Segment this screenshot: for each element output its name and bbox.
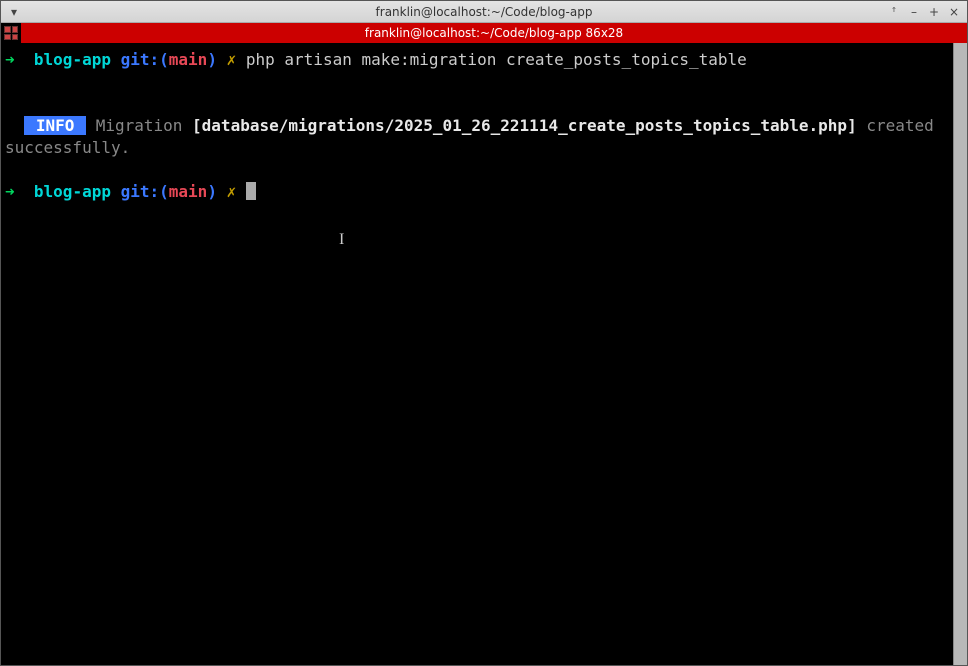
tab-split-icon[interactable] [1, 23, 21, 43]
terminal-wrap: ➜ blog-app git:(main) ✗ php artisan make… [1, 43, 967, 665]
dirty-indicator: ✗ [227, 182, 237, 201]
git-label: git:( [121, 182, 169, 201]
scrollbar[interactable] [953, 43, 967, 665]
git-branch: main [169, 182, 208, 201]
info-badge: INFO [24, 116, 86, 135]
text-caret-icon: I [339, 229, 344, 251]
menu-button[interactable]: ▾ [5, 4, 23, 20]
git-branch: main [169, 50, 208, 69]
minimize-button[interactable]: – [905, 4, 923, 20]
window-title: franklin@localhost:~/Code/blog-app [376, 5, 593, 19]
terminal-cursor [246, 182, 256, 200]
prompt-folder: blog-app [34, 50, 111, 69]
prompt-folder: blog-app [34, 182, 111, 201]
git-close: ) [207, 182, 217, 201]
app-window: ▾ franklin@localhost:~/Code/blog-app ꜛ –… [0, 0, 968, 666]
prompt-arrow: ➜ [5, 182, 15, 201]
tab-bar: franklin@localhost:~/Code/blog-app 86x28 [1, 23, 967, 43]
up-button[interactable]: ꜛ [885, 4, 903, 20]
maximize-button[interactable]: + [925, 4, 943, 20]
dirty-indicator: ✗ [227, 50, 237, 69]
titlebar[interactable]: ▾ franklin@localhost:~/Code/blog-app ꜛ –… [1, 1, 967, 23]
titlebar-left: ▾ [5, 4, 23, 20]
git-close: ) [207, 50, 217, 69]
git-label: git:( [121, 50, 169, 69]
tab-title[interactable]: franklin@localhost:~/Code/blog-app 86x28 [21, 23, 967, 43]
migration-path: [database/migrations/2025_01_26_221114_c… [192, 116, 857, 135]
close-button[interactable]: × [945, 4, 963, 20]
migration-label: Migration [86, 116, 192, 135]
command-text: php artisan make:migration create_posts_… [246, 50, 747, 69]
terminal[interactable]: ➜ blog-app git:(main) ✗ php artisan make… [1, 43, 953, 665]
titlebar-right: ꜛ – + × [885, 4, 963, 20]
grid-icon [4, 26, 18, 40]
prompt-arrow: ➜ [5, 50, 15, 69]
